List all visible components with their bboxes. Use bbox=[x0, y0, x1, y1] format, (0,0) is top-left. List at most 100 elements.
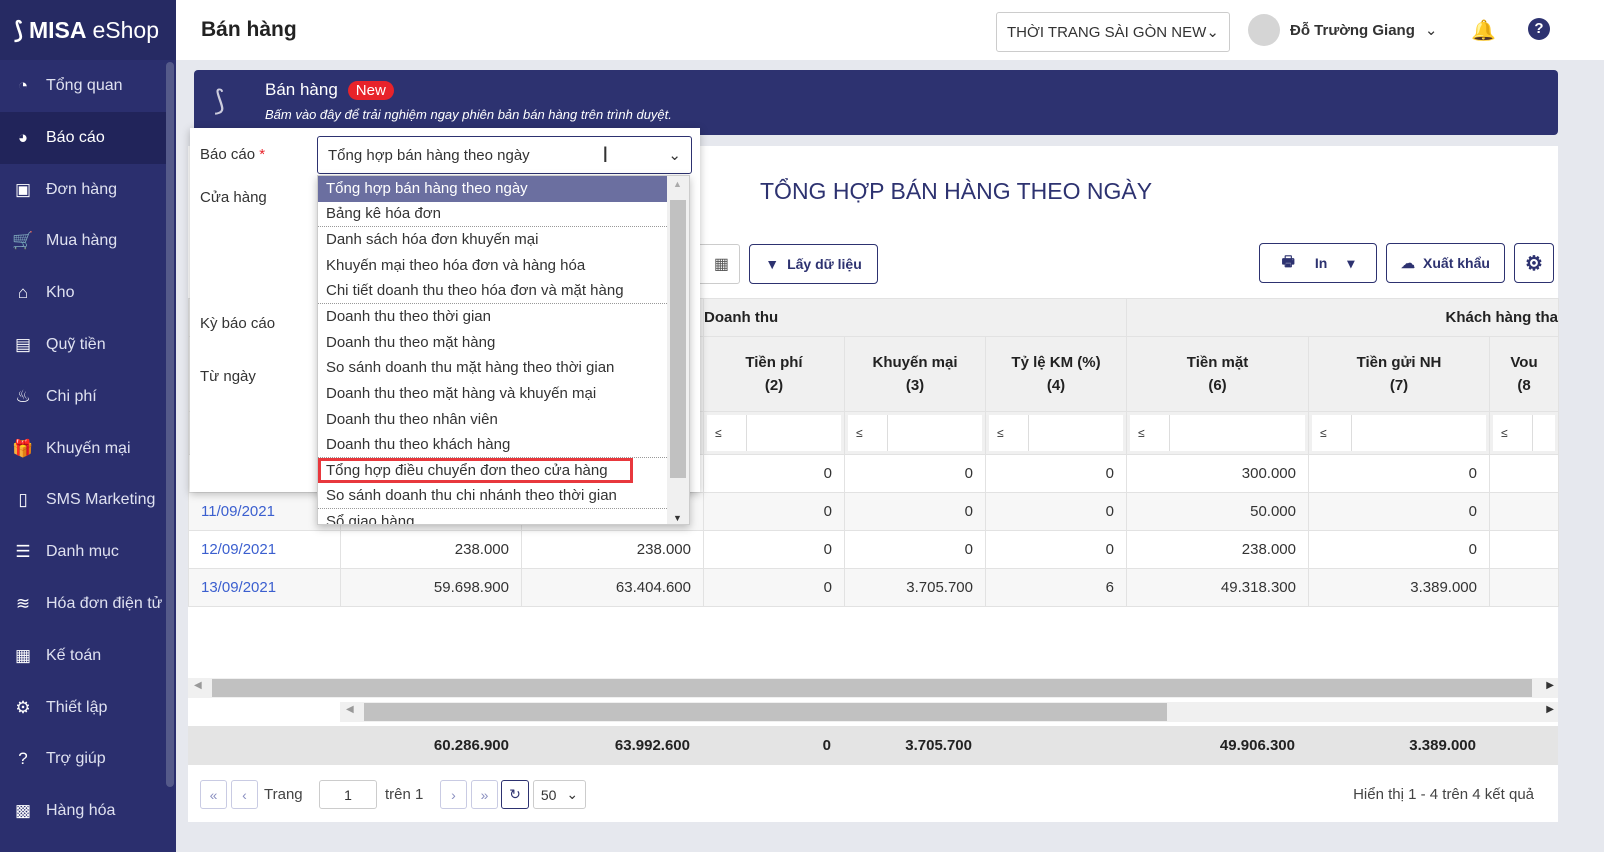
column-header: Tỷ lệ KM (%) (4) bbox=[985, 336, 1127, 412]
sidebar-item[interactable]: 🎁 Khuyến mại bbox=[0, 423, 166, 475]
group-header-customer: Khách hàng tha bbox=[1126, 298, 1559, 337]
sidebar-item[interactable]: ▣ Đơn hàng bbox=[0, 164, 166, 216]
cell: 3.389.000 bbox=[1308, 568, 1490, 607]
dropdown-option[interactable]: So sánh doanh thu mặt hàng theo thời gia… bbox=[318, 355, 667, 381]
date-link[interactable]: 13/09/2021 bbox=[188, 568, 341, 607]
sidebar-item[interactable]: ◕ Báo cáo bbox=[0, 111, 166, 164]
column-filter[interactable]: ≤ bbox=[703, 411, 845, 455]
sidebar-item[interactable]: ☰ Danh mục bbox=[0, 526, 166, 578]
sidebar-item-label: Hóa đơn điện tử bbox=[46, 595, 163, 612]
dropdown-option[interactable]: Doanh thu theo nhân viên bbox=[318, 406, 667, 432]
cell: 300.000 bbox=[1126, 454, 1309, 493]
sidebar-item[interactable]: ⚙ Thiết lập bbox=[0, 682, 166, 734]
dropdown-option[interactable]: Bảng kê hóa đơn bbox=[318, 202, 667, 228]
horizontal-scrollbar-top[interactable]: ◀ ▶ bbox=[188, 678, 1558, 698]
report-select[interactable]: Tổng hợp bán hàng theo ngày I ⌄ bbox=[317, 136, 692, 174]
sidebar-item-label: Đơn hàng bbox=[46, 180, 117, 198]
table-row: 12/09/2021 238.000 238.000 0 0 0 238.000 0 bbox=[188, 530, 1559, 569]
pie-chart-icon: ◕ bbox=[17, 127, 29, 147]
column-header: Tiền gửi NH (7) bbox=[1308, 336, 1490, 412]
cart-icon: 🛒 bbox=[12, 231, 34, 251]
cell: 0 bbox=[1308, 492, 1490, 531]
cell: 0 bbox=[703, 454, 845, 493]
chevron-down-icon: ⌄ bbox=[668, 147, 681, 164]
print-button[interactable]: 🖶 In ▾ bbox=[1259, 243, 1377, 283]
sidebar-item[interactable]: ▦ Kế toán bbox=[0, 630, 166, 682]
cell: 0 bbox=[985, 492, 1127, 531]
column-filter[interactable]: ≤ bbox=[844, 411, 986, 455]
page-input[interactable]: 1 bbox=[319, 780, 377, 809]
bell-icon[interactable]: 🔔 bbox=[1471, 18, 1496, 43]
cell: 0 bbox=[1308, 530, 1490, 569]
list-icon: ☰ bbox=[15, 542, 31, 562]
dropdown-option[interactable]: Sổ giao hàng bbox=[318, 509, 667, 524]
last-page-button[interactable]: » bbox=[471, 780, 498, 809]
order-icon: ▣ bbox=[14, 179, 32, 199]
sidebar-item[interactable]: ⌂ Kho bbox=[0, 267, 166, 319]
refresh-button[interactable]: ↻ bbox=[501, 780, 529, 809]
sidebar-item[interactable]: 🛒 Mua hàng bbox=[0, 215, 166, 267]
sidebar-item-label: Danh mục bbox=[46, 543, 119, 561]
dropdown-option[interactable]: Doanh thu theo thời gian bbox=[318, 304, 667, 330]
sidebar-item[interactable]: ▤ Quỹ tiền bbox=[0, 319, 166, 371]
sidebar-item[interactable]: ◔ Tổng quan bbox=[0, 60, 166, 112]
dropdown-scrollbar[interactable]: ▲ ▼ bbox=[667, 176, 689, 524]
dropdown-option[interactable]: Doanh thu theo khách hàng bbox=[318, 432, 667, 458]
sidebar-item-label: SMS Marketing bbox=[46, 491, 156, 509]
cell: 0 bbox=[844, 530, 986, 569]
cell: 0 bbox=[703, 568, 845, 607]
column-filter[interactable]: ≤ bbox=[985, 411, 1127, 455]
sidebar-item[interactable]: ▩ Hàng hóa bbox=[0, 785, 166, 837]
cloud-download-icon: ☁ bbox=[1401, 254, 1416, 271]
first-page-button[interactable]: « bbox=[200, 780, 227, 809]
logo-icon: ⟆ bbox=[14, 16, 23, 43]
user-menu[interactable]: Đỗ Trường Giang ⌄ bbox=[1248, 14, 1437, 46]
horizontal-scrollbar-bottom[interactable]: ◀ ▶ bbox=[340, 702, 1558, 722]
sidebar-item-label: Hàng hóa bbox=[46, 802, 116, 820]
logo[interactable]: ⟆ MISA eShop bbox=[0, 0, 176, 60]
sidebar-scrollbar[interactable] bbox=[166, 62, 174, 787]
new-badge: New bbox=[347, 80, 394, 100]
sidebar: ⟆ MISA eShop ◔ Tổng quan ◕ Báo cáo ▣ Đơn hàng 🛒… bbox=[0, 0, 176, 852]
store-select[interactable]: THỜI TRANG SÀI GÒN NEW ⌄ bbox=[996, 12, 1230, 52]
sidebar-item[interactable]: ▯ SMS Marketing bbox=[0, 474, 166, 526]
get-data-button[interactable]: ▼ Lấy dữ liệu bbox=[749, 244, 878, 284]
cell: 0 bbox=[844, 492, 986, 531]
misa-logo-icon: ⟆ bbox=[214, 85, 225, 116]
total-value: 3.389.000 bbox=[1409, 737, 1476, 754]
cell: 238.000 bbox=[340, 530, 522, 569]
cell: 6 bbox=[985, 568, 1127, 607]
cell: 0 bbox=[985, 454, 1127, 493]
dropdown-option[interactable]: Doanh thu theo mặt hàng bbox=[318, 330, 667, 356]
total-value: 0 bbox=[822, 737, 831, 754]
column-filter[interactable]: ≤ bbox=[1489, 411, 1559, 455]
dropdown-option[interactable]: Chi tiết doanh thu theo hóa đơn và mặt h… bbox=[318, 278, 667, 304]
column-filter[interactable]: ≤ bbox=[1308, 411, 1490, 455]
cell: 50.000 bbox=[1126, 492, 1309, 531]
next-page-button[interactable]: › bbox=[440, 780, 467, 809]
dropdown-option[interactable]: Tổng hợp bán hàng theo ngày bbox=[318, 176, 667, 202]
page-size-select[interactable]: 50 ⌄ bbox=[533, 780, 586, 809]
sidebar-item-label: Tổng quan bbox=[46, 77, 123, 94]
date-link[interactable]: 12/09/2021 bbox=[188, 530, 341, 569]
from-date-label: Từ ngày bbox=[200, 368, 256, 385]
dropdown-option[interactable]: So sánh doanh thu chi nhánh theo thời gi… bbox=[318, 483, 667, 509]
sidebar-item[interactable]: ♨ Chi phí bbox=[0, 371, 166, 423]
export-button[interactable]: ☁ Xuất khẩu bbox=[1386, 243, 1505, 283]
total-value: 63.992.600 bbox=[614, 737, 690, 754]
column-filter[interactable]: ≤ bbox=[1126, 411, 1309, 455]
new-sales-banner[interactable]: ⟆ Bán hàng New Bấm vào đây để trải nghiệm… bbox=[194, 70, 1558, 135]
dropdown-option[interactable]: Danh sách hóa đơn khuyến mại bbox=[318, 227, 667, 253]
help-icon[interactable]: ? bbox=[1528, 18, 1550, 40]
settings-button[interactable]: ⚙ bbox=[1514, 243, 1554, 283]
sidebar-item-label: Báo cáo bbox=[46, 128, 105, 146]
sidebar-item[interactable]: ≋ Hóa đơn điện tử bbox=[0, 578, 166, 630]
cell: 238.000 bbox=[521, 530, 704, 569]
prev-page-button[interactable]: ‹ bbox=[231, 780, 258, 809]
dropdown-option[interactable]: Tổng hợp điều chuyển đơn theo cửa hàng bbox=[318, 457, 633, 484]
dropdown-option[interactable]: Khuyến mại theo hóa đơn và hàng hóa bbox=[318, 253, 667, 279]
boxes-icon: ▩ bbox=[14, 801, 32, 821]
sidebar-item[interactable]: ? Trợ giúp bbox=[0, 733, 166, 785]
filter-icon: ▼ bbox=[765, 256, 780, 272]
dropdown-option[interactable]: Doanh thu theo mặt hàng và khuyến mại bbox=[318, 381, 667, 407]
